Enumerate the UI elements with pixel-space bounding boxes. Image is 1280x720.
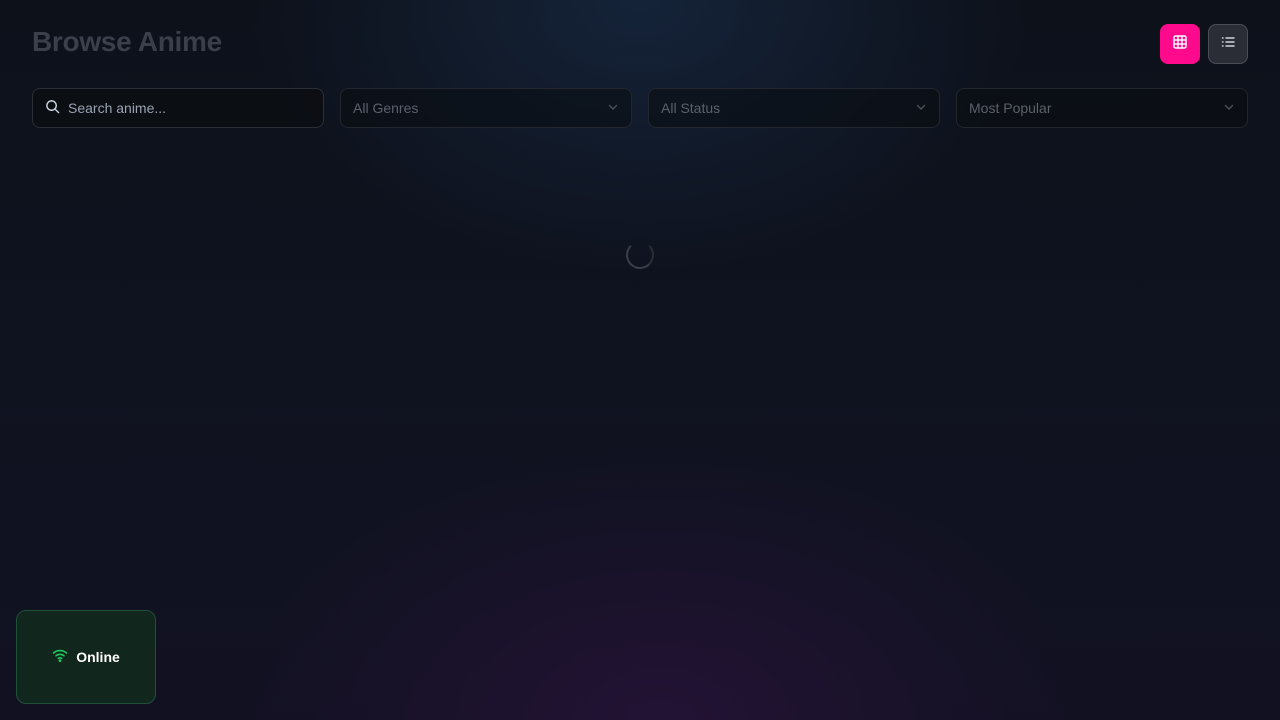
- grid-icon: [1172, 34, 1188, 55]
- page-title: Browse Anime: [32, 26, 222, 57]
- chevron-down-icon: [607, 100, 619, 116]
- search-input[interactable]: [68, 100, 298, 116]
- connection-status-card: Online: [16, 610, 156, 704]
- loading-spinner-icon: [626, 241, 654, 269]
- genre-select[interactable]: All Genres: [340, 88, 632, 128]
- search-box[interactable]: [32, 88, 324, 128]
- search-icon: [45, 99, 60, 117]
- wifi-icon: [52, 648, 68, 667]
- chevron-down-icon: [1223, 100, 1235, 116]
- genre-select-value: All Genres: [353, 100, 419, 116]
- list-icon: [1220, 34, 1236, 55]
- sort-select-value: Most Popular: [969, 100, 1052, 116]
- connection-status-label: Online: [76, 649, 120, 665]
- chevron-down-icon: [915, 100, 927, 116]
- status-select-value: All Status: [661, 100, 721, 116]
- status-select[interactable]: All Status: [648, 88, 940, 128]
- sort-select[interactable]: Most Popular: [956, 88, 1248, 128]
- grid-view-button[interactable]: [1160, 24, 1200, 64]
- list-view-button[interactable]: [1208, 24, 1248, 64]
